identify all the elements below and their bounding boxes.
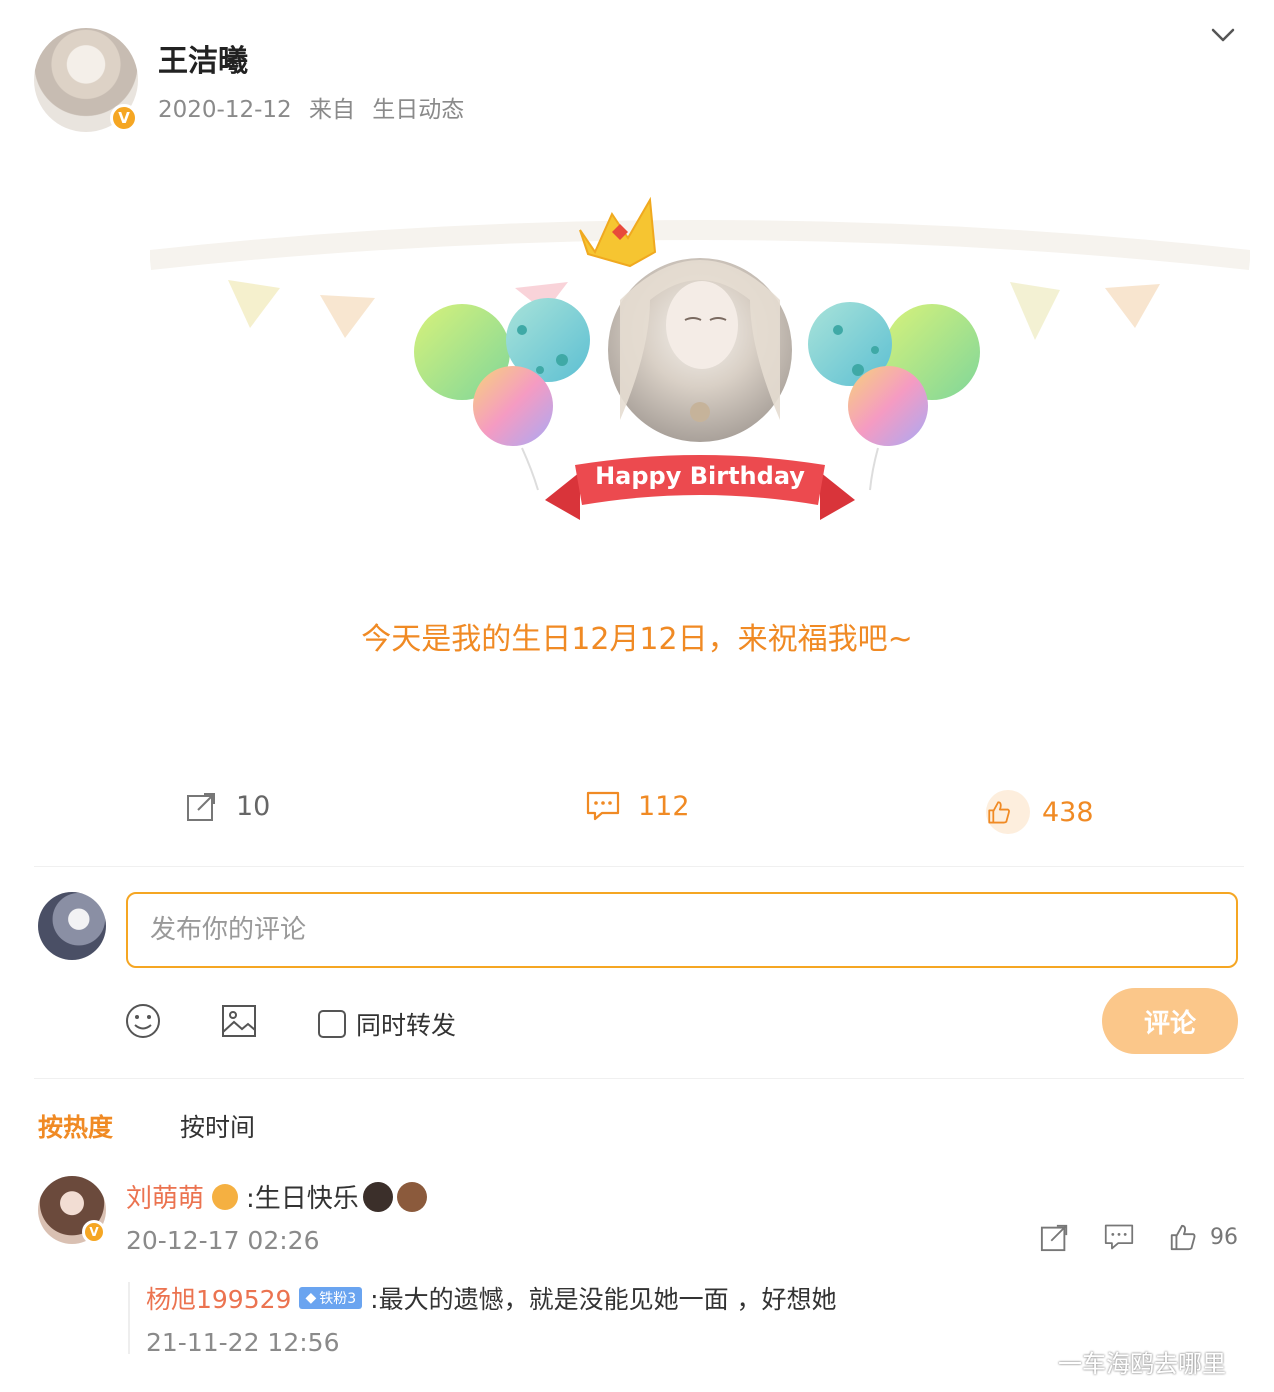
reply-time: 21-11-22 12:56 <box>146 1328 340 1357</box>
reply-text: :最大的遗憾，就是没能见她一面 ，好想她 <box>370 1285 837 1314</box>
repost-icon <box>187 793 215 821</box>
watermark: 一车海鸥去哪里 <box>1058 1350 1226 1378</box>
comment-button[interactable]: 112 <box>586 790 690 822</box>
tab-sort-by-time[interactable]: 按时间 <box>180 1108 255 1144</box>
thumbs-up-icon <box>1170 1224 1196 1251</box>
repost-checkbox[interactable]: 同时转发 <box>318 1006 456 1042</box>
image-icon[interactable] <box>220 1002 258 1040</box>
like-button[interactable]: 438 <box>986 790 1094 834</box>
reply-thread-line <box>128 1282 130 1354</box>
comment-repost-button[interactable] <box>1040 1222 1070 1252</box>
post-text: 今天是我的生日12月12日，来祝福我吧~ <box>361 622 913 657</box>
thumbs-up-icon <box>988 801 1010 824</box>
replier-name[interactable]: 杨旭199529 <box>146 1280 291 1316</box>
comment-item: 刘萌萌 :生日快乐 <box>126 1178 427 1215</box>
comment-time: 20-12-17 02:26 <box>126 1226 320 1255</box>
submit-comment-button[interactable]: 评论 <box>1102 988 1238 1054</box>
divider <box>34 866 1244 867</box>
verified-badge-icon: V <box>110 104 138 132</box>
post-source[interactable]: 生日动态 <box>372 97 464 123</box>
weibo-post-card: V 王洁曦 2020-12-12 来自 生日动态 Happy Birthday … <box>0 0 1274 1392</box>
fan-level-badge: ◆ 铁粉3 <box>299 1287 363 1309</box>
cake-emoji-icon <box>362 1181 393 1212</box>
birthday-cake-emoji-icon <box>396 1181 427 1212</box>
current-user-avatar <box>38 892 106 960</box>
post-source-prefix: 来自 <box>308 97 355 123</box>
member-crown-icon <box>212 1183 239 1210</box>
author-name[interactable]: 王洁曦 <box>158 36 248 80</box>
commenter-name[interactable]: 刘萌萌 <box>126 1178 204 1215</box>
verified-badge-icon: V <box>82 1220 106 1244</box>
chevron-down-icon[interactable] <box>1210 22 1236 48</box>
comment-reply-button[interactable] <box>1104 1222 1134 1252</box>
like-count: 438 <box>1042 796 1094 828</box>
checkbox-icon[interactable] <box>318 1010 346 1038</box>
repost-checkbox-label: 同时转发 <box>356 1011 457 1040</box>
birthday-banner-image[interactable]: Happy Birthday <box>150 180 1250 560</box>
comment-icon <box>1104 1224 1134 1250</box>
comment-like-button[interactable]: 96 <box>1168 1222 1238 1252</box>
repost-count: 10 <box>236 790 271 822</box>
repost-button[interactable]: 10 <box>186 790 270 822</box>
reply-item: 杨旭199529 ◆ 铁粉3 :最大的遗憾，就是没能见她一面 ，好想她 <box>146 1280 837 1316</box>
comment-text: :生日快乐 <box>246 1184 359 1214</box>
comment-input[interactable] <box>126 892 1238 968</box>
comment-like-count: 96 <box>1210 1224 1238 1250</box>
like-icon-bg <box>986 790 1030 834</box>
post-meta: 2020-12-12 来自 生日动态 <box>158 90 464 124</box>
diamond-icon: ◆ <box>305 1290 317 1306</box>
tab-sort-by-hot[interactable]: 按热度 <box>38 1108 113 1144</box>
fan-level-label: 铁粉3 <box>319 1291 357 1307</box>
banner-text: Happy Birthday <box>595 462 805 490</box>
repost-icon <box>1040 1224 1068 1252</box>
comment-icon <box>586 791 620 821</box>
post-date: 2020-12-12 <box>158 97 292 123</box>
emoji-icon[interactable] <box>124 1002 162 1040</box>
comment-count: 112 <box>638 790 690 822</box>
divider <box>34 1078 1244 1079</box>
